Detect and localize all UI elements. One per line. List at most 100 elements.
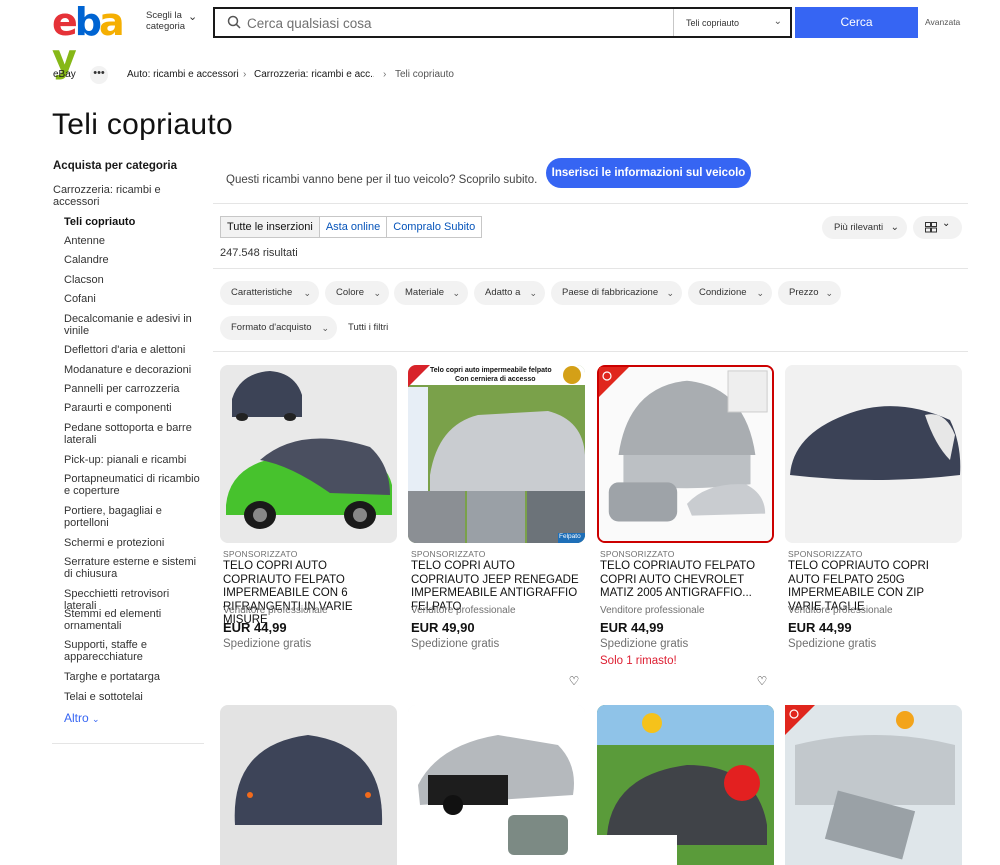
sidebar-item[interactable]: Modanature e decorazioni: [64, 364, 204, 376]
filter-country[interactable]: Paese di fabbricazione ⌄: [551, 281, 682, 305]
divider: [213, 268, 968, 269]
enter-vehicle-button[interactable]: Inserisci le informazioni sul veicolo: [546, 158, 751, 188]
filter-fits[interactable]: Adatto a ⌄: [474, 281, 545, 305]
sidebar-more-label: Altro: [64, 711, 89, 725]
search-bar: Teli copriauto ⌄: [213, 7, 792, 38]
shipping-info: Spedizione gratis: [411, 638, 500, 650]
search-category-select[interactable]: Teli copriauto ⌄: [673, 9, 792, 36]
chevron-down-icon: ⌄: [452, 288, 460, 298]
breadcrumb-carrozzeria[interactable]: Carrozzeria: ricambi e acc...: [254, 69, 374, 80]
sidebar-item[interactable]: Pick-up: pianali e ricambi: [64, 454, 204, 466]
filter-format[interactable]: Formato d'acquisto ⌄: [220, 316, 337, 340]
product-image[interactable]: [408, 365, 585, 543]
grid-view-icon: [925, 222, 937, 233]
sidebar-item[interactable]: Schermi e protezioni: [64, 537, 204, 549]
divider: [213, 351, 968, 352]
category-selector-label: Scegli la categoria: [146, 10, 186, 32]
sidebar-item[interactable]: Supporti, staffe e apparecchiature: [64, 639, 204, 663]
product-image[interactable]: [220, 705, 397, 865]
sidebar-item[interactable]: Pannelli per carrozzeria: [64, 383, 204, 395]
car-cover-image: [220, 365, 397, 543]
filter-label: Materiale: [405, 287, 445, 298]
image-tag: Felpato: [559, 533, 581, 540]
page-title: Teli copriauto: [52, 108, 233, 141]
filter-material[interactable]: Materiale ⌄: [394, 281, 468, 305]
sidebar-item[interactable]: Pedane sottoporta e barre laterali: [64, 422, 204, 446]
sidebar-item[interactable]: Deflettori d'aria e alettoni: [64, 344, 204, 356]
sponsored-label: SPONSORIZZATO: [411, 549, 486, 559]
vehicle-fitment-question: Questi ricambi vanno bene per il tuo vei…: [226, 174, 538, 186]
sidebar-item[interactable]: Serrature esterne e sistemi di chiusura: [64, 556, 204, 580]
search-button[interactable]: Cerca: [795, 7, 918, 38]
sidebar-divider: [52, 743, 204, 744]
chevron-down-icon: ⌄: [92, 714, 100, 724]
seller-type: Venditore professionale: [411, 605, 516, 616]
filter-price[interactable]: Prezzo ⌄: [778, 281, 841, 305]
filter-color[interactable]: Colore ⌄: [325, 281, 389, 305]
product-image[interactable]: [408, 705, 585, 865]
watch-heart-icon[interactable]: ♡: [751, 671, 773, 693]
sponsored-label: SPONSORIZZATO: [600, 549, 675, 559]
stock-warning: Solo 1 rimasto!: [600, 655, 677, 667]
ebay-logo[interactable]: ebay: [52, 0, 142, 77]
view-toggle[interactable]: ⌄: [913, 216, 962, 239]
tab-buy-it-now[interactable]: Compralo Subito: [387, 217, 481, 237]
sidebar-item[interactable]: Calandre: [64, 254, 204, 266]
logo-letter-e: e: [52, 0, 78, 44]
chevron-down-icon: ⌄: [756, 288, 764, 298]
sidebar-item[interactable]: Telai e sottotelai: [64, 691, 204, 703]
divider: [213, 203, 968, 204]
shipping-info: Spedizione gratis: [223, 638, 312, 650]
shipping-info: Spedizione gratis: [600, 638, 689, 650]
sidebar-item[interactable]: Stemmi ed elementi ornamentali: [64, 608, 204, 632]
timer-icon: [599, 367, 629, 397]
sidebar-item[interactable]: Portiere, bagagliai e portelloni: [64, 505, 204, 529]
filter-features[interactable]: Caratteristiche ⌄: [220, 281, 319, 305]
filter-condition[interactable]: Condizione ⌄: [688, 281, 772, 305]
chevron-down-icon: ⌄: [825, 288, 833, 298]
seller-type: Venditore professionale: [223, 605, 328, 616]
sidebar-item[interactable]: Targhe e portatarga: [64, 671, 204, 683]
product-title[interactable]: TELO COPRIAUTO FELPATO COPRI AUTO CHEVRO…: [600, 560, 770, 600]
watch-heart-icon[interactable]: ♡: [563, 671, 585, 693]
car-cover-image: [597, 705, 774, 865]
chevron-down-icon: ⌄: [321, 323, 329, 333]
sort-label: Più rilevanti: [834, 222, 884, 233]
tab-all-listings[interactable]: Tutte le inserzioni: [221, 217, 320, 237]
timer-icon: [785, 705, 815, 735]
sidebar-item[interactable]: Antenne: [64, 235, 204, 247]
filter-label: Caratteristiche: [231, 287, 293, 298]
results-count: 247.548 risultati: [220, 247, 298, 259]
seller-type: Venditore professionale: [600, 605, 705, 616]
sort-dropdown[interactable]: Più rilevanti ⌄: [822, 216, 907, 239]
sidebar-item[interactable]: Clacson: [64, 274, 204, 286]
sidebar-item[interactable]: Decalcomanie e adesivi in vinile: [64, 313, 204, 337]
filter-label: Paese di fabbricazione: [562, 287, 659, 298]
sidebar-item-active[interactable]: Teli copriauto: [64, 216, 204, 228]
filter-label: Formato d'acquisto: [231, 322, 312, 333]
all-filters-button[interactable]: Tutti i filtri: [348, 322, 388, 333]
product-title[interactable]: TELO COPRI AUTO COPRIAUTO FELPATO IMPERM…: [223, 560, 393, 628]
sidebar-item[interactable]: Cofani: [64, 293, 204, 305]
sidebar-more-link[interactable]: Altro ⌄: [64, 711, 100, 725]
chevron-right-icon: ›: [383, 69, 387, 80]
logo-letter-a: a: [98, 0, 125, 44]
product-price: EUR 44,99: [223, 620, 287, 635]
chevron-down-icon: ⌄: [666, 288, 674, 298]
chevron-down-icon: ⌄: [303, 288, 311, 298]
breadcrumb-auto[interactable]: Auto: ricambi e accessori: [127, 69, 239, 80]
chevron-down-icon: ⌄: [773, 16, 782, 27]
product-image[interactable]: [785, 365, 962, 543]
breadcrumb-ebay[interactable]: eBay: [53, 69, 76, 80]
sidebar-item[interactable]: Paraurti e componenti: [64, 402, 204, 414]
product-image[interactable]: [220, 365, 397, 543]
tab-auction[interactable]: Asta online: [320, 217, 388, 237]
category-selector[interactable]: Scegli la categoria ⌄: [146, 10, 202, 32]
breadcrumb-more-button[interactable]: •••: [90, 66, 108, 84]
advanced-search-link[interactable]: Avanzata: [925, 17, 960, 27]
product-image[interactable]: [597, 705, 774, 865]
sidebar-item[interactable]: Portapneumatici di ricambio e coperture: [64, 473, 204, 497]
sidebar-parent-category[interactable]: Carrozzeria: ricambi e accessori: [53, 184, 193, 208]
filter-label: Colore: [336, 287, 364, 298]
search-input[interactable]: [247, 13, 667, 33]
